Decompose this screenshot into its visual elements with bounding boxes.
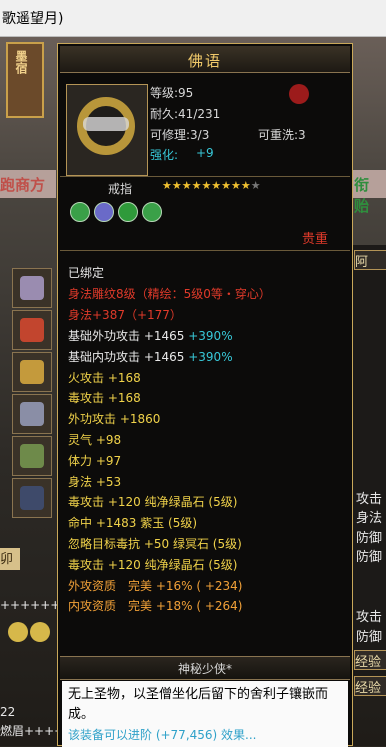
item-rewash: 可重洗:3 (258, 128, 306, 142)
item-durability: 耐久:41/231 (150, 107, 221, 121)
right-sign: 衔 贻 (352, 170, 386, 215)
exp-bar: 经验 (354, 650, 386, 670)
divider (60, 176, 350, 177)
smiley-icon (30, 622, 50, 642)
tooltip-footer: 神秘少侠* (60, 656, 350, 680)
armor-icon (20, 402, 44, 426)
gem-green-icon (118, 202, 138, 222)
item-attribute-line: 灵气 +98 (68, 433, 122, 447)
left-sign-text: 跑商方 (0, 176, 46, 194)
item-attribute-line: 毒攻击 +120 纯净绿晶石 (5级) (68, 495, 238, 510)
item-strengthen-label: 强化: (150, 148, 179, 162)
equip-slot[interactable] (12, 268, 52, 308)
gem-green-icon (142, 202, 162, 222)
item-attribute-line: 外功攻击 +1860 (68, 412, 161, 427)
window-title: 歌遥望月) (2, 11, 64, 27)
right-stat-label: 防御 (356, 630, 383, 645)
element-badge-icon (289, 84, 309, 104)
gem-green-icon (70, 202, 90, 222)
right-stat-label: 攻击 (356, 610, 383, 625)
item-attribute-line: 毒攻击 +168 (68, 391, 141, 406)
equip-slot[interactable] (12, 478, 52, 518)
item-carve-bonus: 身法+387（+177） (68, 308, 182, 322)
shop-banner-text: 墨宿 (14, 50, 28, 74)
item-maker: 神秘少侠* (177, 662, 232, 676)
equip-slot[interactable] (12, 436, 52, 476)
shop-banner: 墨宿 (6, 42, 44, 118)
divider (60, 250, 350, 251)
item-attribute-line: 身法 +53 (68, 474, 122, 489)
belt-icon (20, 444, 44, 468)
item-name: 佛语 (187, 52, 222, 70)
bracer-icon (20, 360, 44, 384)
gem-purple-icon (94, 202, 114, 222)
scroll-icon (20, 318, 44, 342)
item-rarity: 贵重 (302, 232, 329, 247)
item-attribute-line: 命中 +1483 紫玉 (5级) (68, 516, 198, 531)
item-icon-frame (66, 84, 148, 176)
item-type: 戒指 (108, 182, 133, 196)
right-stat-label: 防御 (356, 550, 383, 565)
equip-slot[interactable] (12, 310, 52, 350)
item-attribute-line: 外攻资质 完美 +16% ( +234) (68, 578, 243, 593)
item-attribute-line: 毒攻击 +120 纯净绿晶石 (5级) (68, 557, 238, 572)
equipment-slots (12, 268, 52, 538)
right-panel-tab[interactable]: 阿 (354, 250, 386, 270)
item-carve: 身法雕纹8级（精绘：5级0等・穿心） (68, 287, 271, 301)
helmet-icon (20, 276, 44, 300)
right-stat-label: 身法 (356, 511, 383, 526)
item-bound-status: 已绑定 (68, 266, 105, 280)
item-repairable: 可修理:3/3 (150, 128, 210, 142)
item-tooltip: 佛语 等级:95 耐久:41/231 可修理:3/3 可重洗:3 强化: +9 … (57, 43, 353, 747)
boots-icon (20, 486, 44, 510)
equip-slot[interactable] (12, 394, 52, 434)
left-chat-line: 燃眉++++ (0, 724, 65, 738)
star-full-icons: ★★★★★★★★★ (162, 179, 251, 192)
item-strengthen-value: +9 (196, 146, 214, 160)
item-attribute-line: 火攻击 +168 (68, 370, 141, 385)
exp-bar: 经验 (354, 676, 386, 696)
item-description-cut: 该装备可以进阶 (+77,456) 效果... (68, 728, 257, 742)
left-chat-line: 22 (0, 705, 16, 719)
right-stat-label: 攻击 (356, 492, 383, 507)
tooltip-header: 佛语 (60, 46, 350, 73)
item-description: 无上圣物，以圣僧坐化后留下的舍利子镶嵌而成。 (68, 687, 329, 722)
window-titlebar: 歌遥望月) (0, 0, 386, 37)
left-tab[interactable]: 卯 (0, 548, 20, 570)
ring-gem-band (83, 117, 129, 131)
item-attribute-line: 内攻资质 完美 +18% ( +264) (68, 599, 243, 614)
item-attribute-line: 基础内功攻击 +1465 +390% (68, 349, 233, 364)
smiley-icon (8, 622, 28, 642)
item-attribute-line: 体力 +97 (68, 453, 122, 468)
item-attribute-line: 基础外功攻击 +1465 +390% (68, 329, 233, 343)
item-description-box: 无上圣物，以圣僧坐化后留下的舍利子镶嵌而成。 该装备可以进阶 (+77,456)… (62, 681, 348, 747)
right-stat-label: 防御 (356, 531, 383, 546)
right-sign-text: 衔 贻 (354, 176, 370, 215)
star-empty-icon: ★ (250, 179, 261, 192)
item-attribute-line: 忽略目标毒抗 +50 绿冥石 (5级) (68, 537, 242, 551)
left-sign: 跑商方 (0, 170, 56, 198)
item-level: 等级:95 (150, 86, 194, 100)
item-stars: ★★★★★★★★★★ (162, 179, 261, 192)
equip-slot[interactable] (12, 352, 52, 392)
